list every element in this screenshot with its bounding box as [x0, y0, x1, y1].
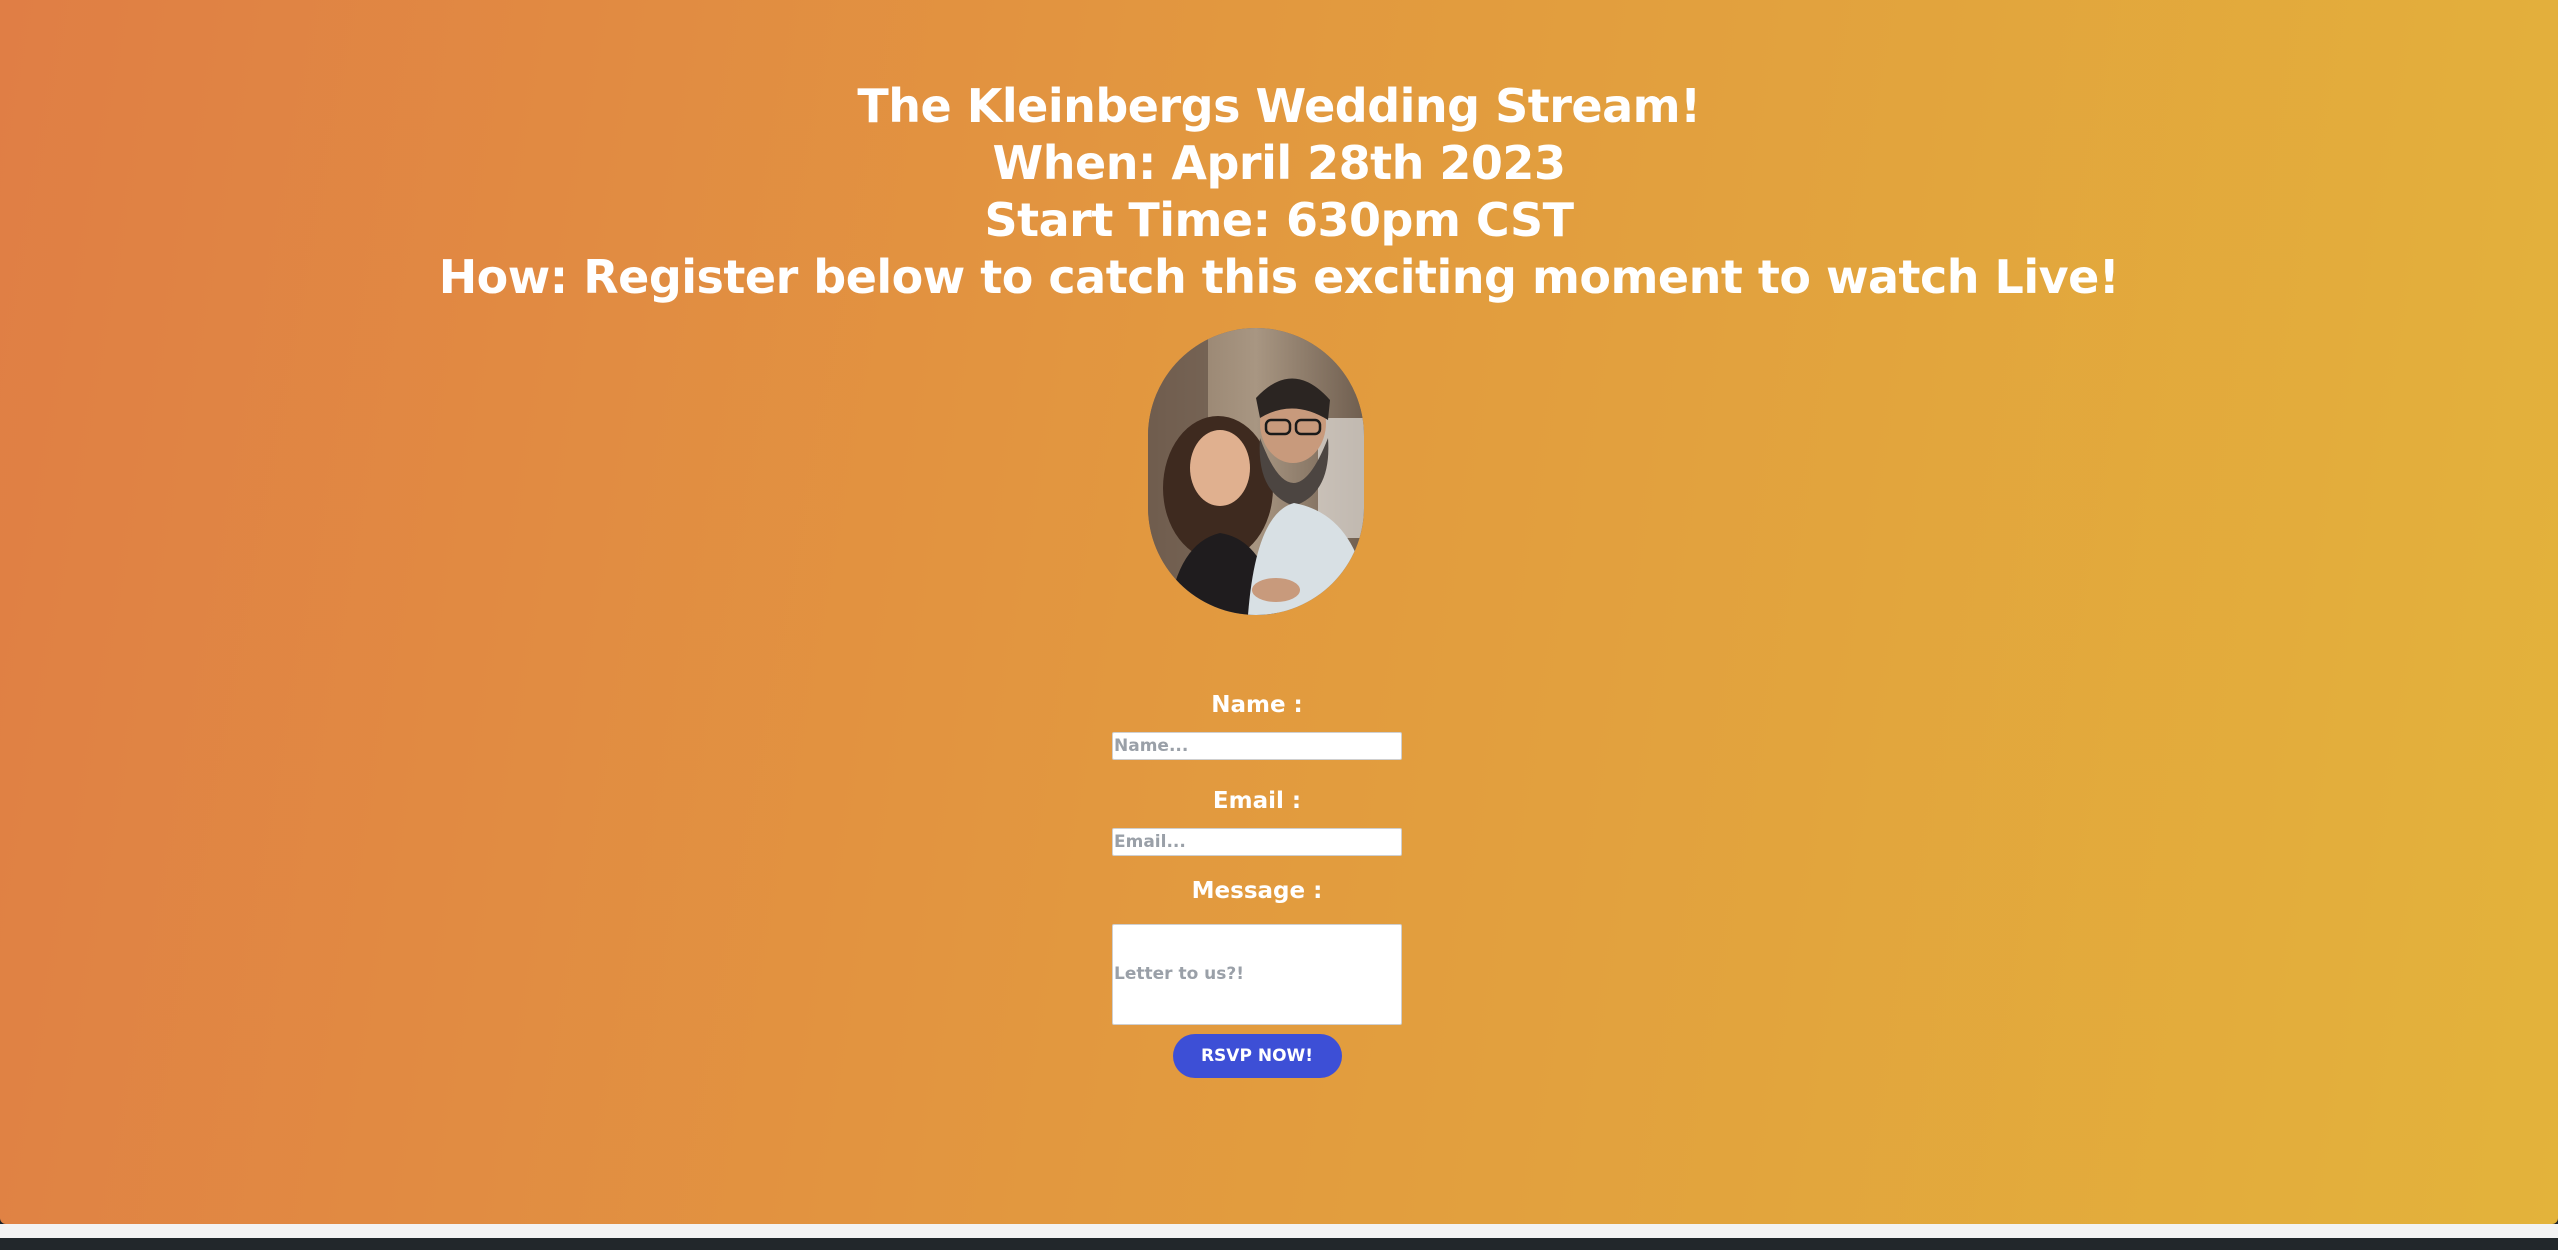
window-bottom-strip: [0, 1238, 2558, 1250]
couple-photo-image: [1148, 328, 1364, 615]
page-title: The Kleinbergs Wedding Stream!: [857, 79, 1701, 133]
event-how: How: Register below to catch this exciti…: [438, 250, 2120, 304]
page-bottom-edge: [0, 1224, 2558, 1238]
couple-photo: [1148, 328, 1364, 615]
message-label: Message :: [1191, 878, 1323, 904]
message-field[interactable]: [1112, 924, 1402, 1025]
page-background: The Kleinbergs Wedding Stream! When: Apr…: [0, 0, 2558, 1224]
event-start-time: Start Time: 630pm CST: [984, 193, 1574, 247]
rsvp-form: Name : Email : Message : RSVP NOW!: [1112, 686, 1402, 1078]
event-details: The Kleinbergs Wedding Stream! When: Apr…: [0, 78, 2558, 306]
email-field[interactable]: [1112, 828, 1402, 856]
rsvp-button[interactable]: RSVP NOW!: [1172, 1034, 1342, 1078]
email-label: Email :: [1212, 788, 1302, 814]
name-label: Name :: [1211, 692, 1303, 718]
event-date: When: April 28th 2023: [992, 136, 1566, 190]
name-field[interactable]: [1112, 732, 1402, 760]
